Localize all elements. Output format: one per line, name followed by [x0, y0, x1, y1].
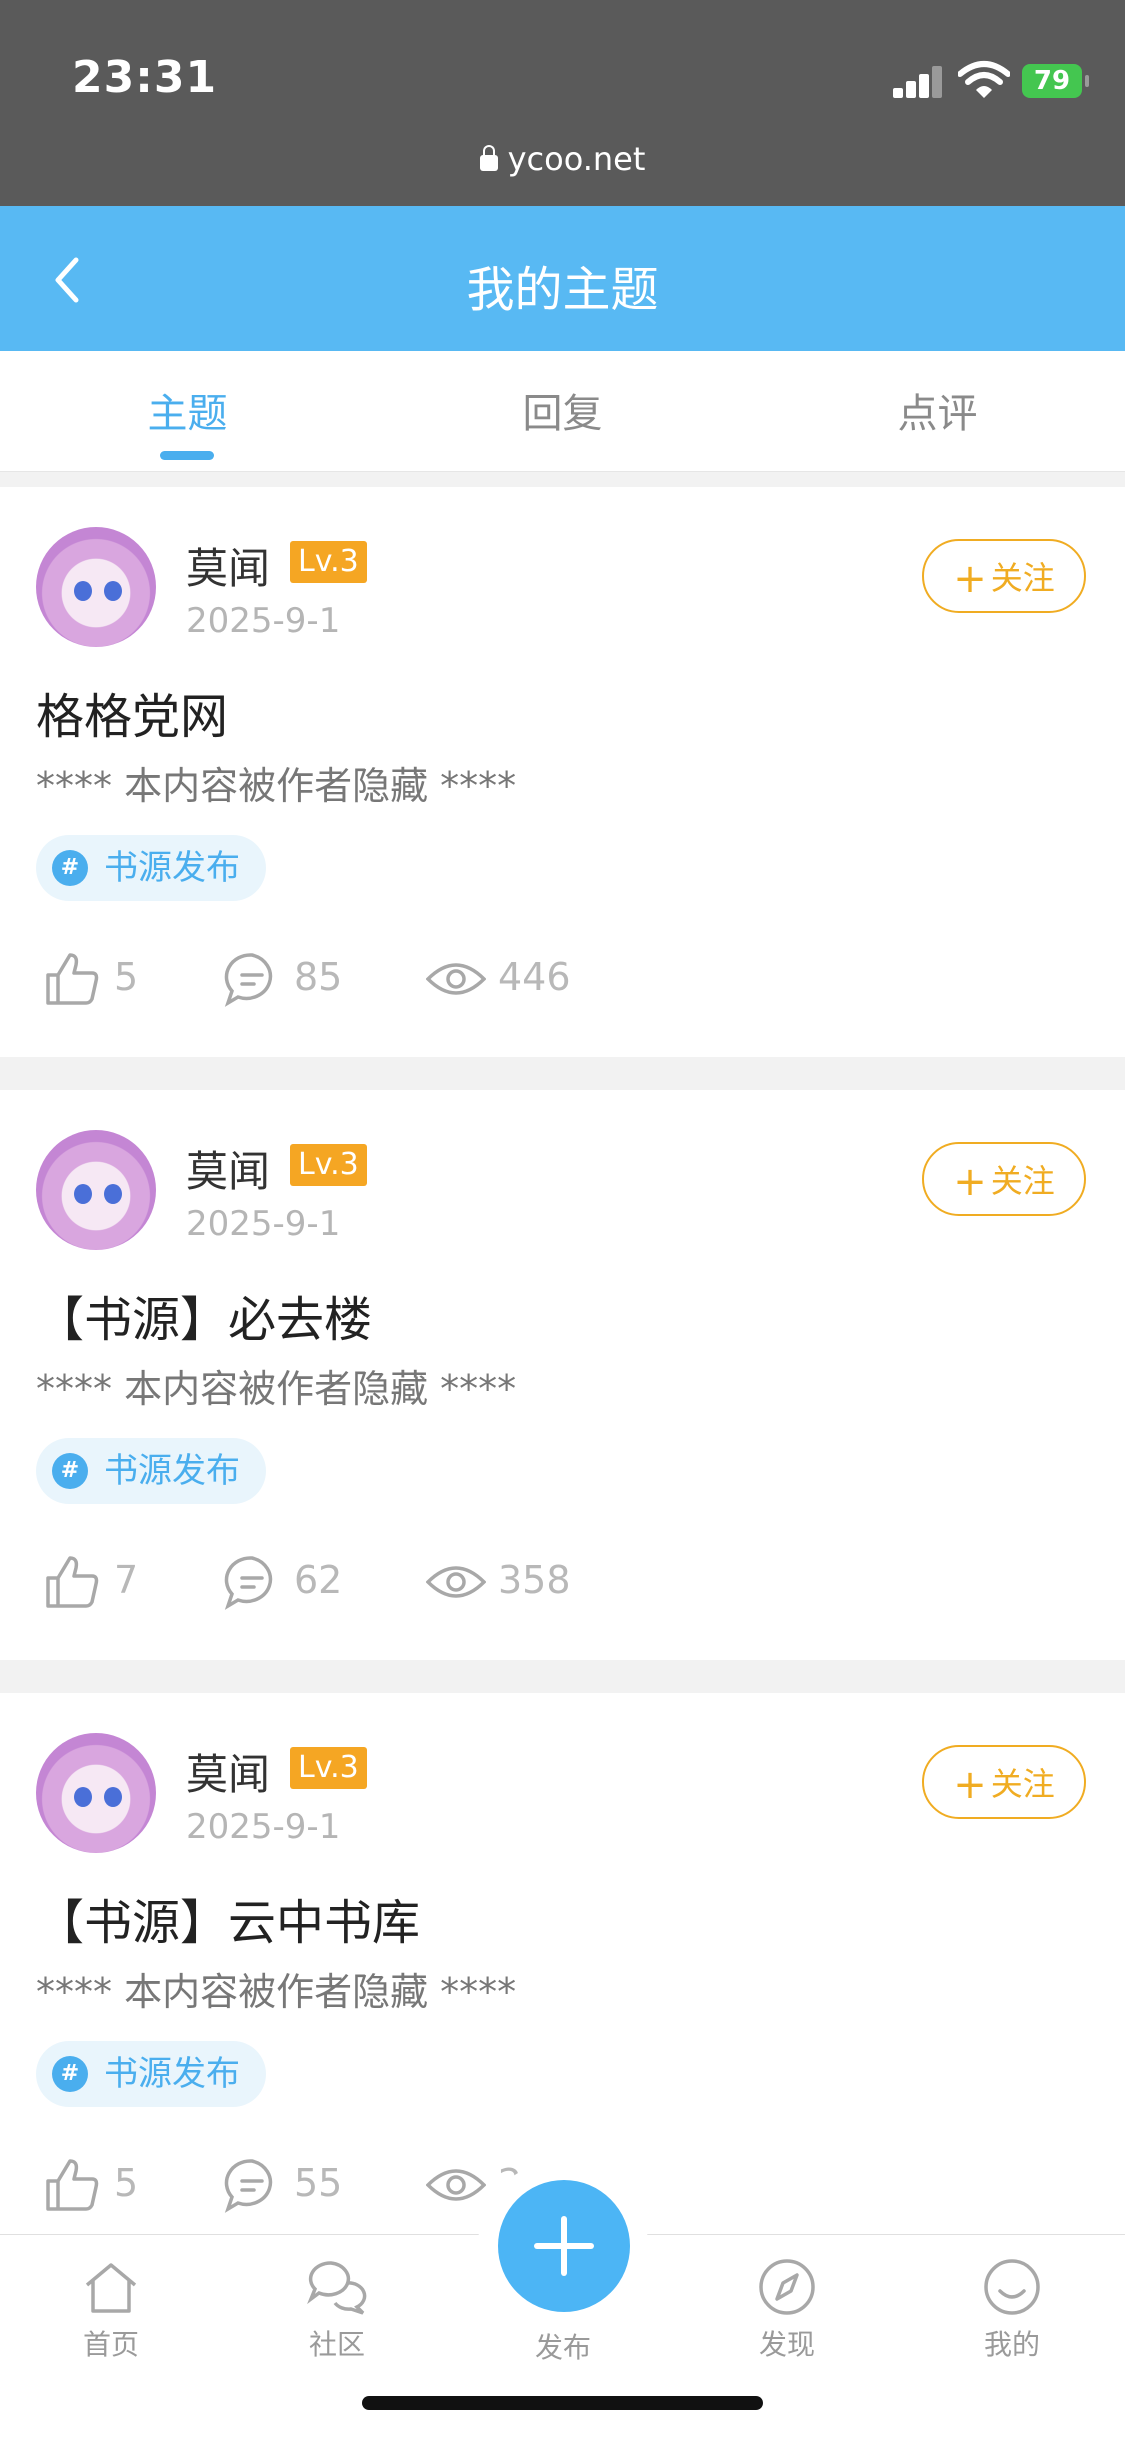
topic-tag[interactable]: # 书源发布: [36, 835, 266, 901]
tab-bar: 主题 回复 点评: [0, 351, 1125, 472]
post-title[interactable]: 格格党网: [36, 677, 228, 747]
tab-topics[interactable]: 主题: [0, 381, 375, 439]
follow-button[interactable]: + 关注: [922, 1142, 1086, 1216]
post-date: 2025-9-1: [186, 1204, 341, 1244]
home-indicator: [362, 2396, 763, 2410]
eye-icon: [426, 963, 486, 995]
nav-discover[interactable]: 发现: [712, 2257, 862, 2363]
nav-home[interactable]: 首页: [36, 2257, 186, 2363]
comment-icon: [224, 1556, 273, 1610]
plus-icon: +: [953, 1159, 987, 1205]
follow-button[interactable]: + 关注: [922, 539, 1086, 613]
tag-label: 书源发布: [104, 2054, 240, 2094]
like-count: 5: [114, 2161, 139, 2205]
avatar[interactable]: [36, 1733, 156, 1853]
hash-icon: #: [52, 850, 88, 886]
battery-icon: 79: [1022, 64, 1089, 98]
post-title[interactable]: 【书源】云中书库: [36, 1883, 420, 1953]
level-badge: Lv.3: [290, 541, 367, 583]
url-text: ycoo.net: [507, 140, 646, 178]
home-icon: [85, 2263, 137, 2313]
post-date: 2025-9-1: [186, 1807, 341, 1847]
eye-icon: [426, 1566, 486, 1598]
thumbs-up-icon: [46, 2159, 99, 2211]
hash-icon: #: [52, 1453, 88, 1489]
nav-publish-label: 发布: [534, 2331, 591, 2364]
post-card[interactable]: 莫闻 Lv.3 2025-9-1 + 关注 格格党网 **** 本内容被作者隐藏 …: [0, 487, 1125, 1057]
page-title: 我的主题: [466, 262, 659, 318]
tab-active-indicator: [160, 451, 214, 460]
plus-icon: +: [953, 1762, 987, 1808]
comment-icon: [224, 2159, 273, 2213]
view-count: 446: [498, 955, 571, 999]
follow-button[interactable]: + 关注: [922, 1745, 1086, 1819]
topic-tag[interactable]: # 书源发布: [36, 1438, 266, 1504]
tab-reviews[interactable]: 点评: [750, 381, 1125, 439]
post-body: **** 本内容被作者隐藏 ****: [36, 1367, 517, 1411]
view-count: 358: [498, 1558, 571, 1602]
comment-count: 55: [294, 2161, 343, 2205]
thumbs-up-icon: [46, 1556, 99, 1608]
level-badge: Lv.3: [290, 1747, 367, 1789]
nav-mine[interactable]: 我的: [937, 2257, 1087, 2363]
publish-plus-button[interactable]: [498, 2180, 630, 2312]
url-bar[interactable]: ycoo.net: [0, 140, 1125, 178]
eye-icon: [426, 2169, 486, 2201]
follow-label: 关注: [990, 1765, 1055, 1803]
follow-label: 关注: [990, 559, 1055, 597]
post-card[interactable]: 莫闻 Lv.3 2025-9-1 + 关注 【书源】必去楼 **** 本内容被作者…: [0, 1090, 1125, 1660]
tag-label: 书源发布: [104, 1451, 240, 1491]
comment-count: 85: [294, 955, 343, 999]
nav-discover-label: 发现: [758, 2328, 815, 2361]
like-count: 5: [114, 955, 139, 999]
follow-label: 关注: [990, 1162, 1055, 1200]
like-count: 7: [114, 1558, 139, 1602]
comment-icon: [224, 953, 273, 1007]
post-title[interactable]: 【书源】必去楼: [36, 1280, 372, 1350]
author-name[interactable]: 莫闻: [186, 1741, 270, 1802]
status-bar: 23:31 79 ycoo.net: [0, 0, 1125, 206]
lock-icon: [479, 145, 498, 171]
tab-replies[interactable]: 回复: [375, 381, 750, 439]
avatar[interactable]: [36, 527, 156, 647]
nav-mine-label: 我的: [983, 2328, 1040, 2361]
hash-icon: #: [52, 2056, 88, 2092]
post-date: 2025-9-1: [186, 601, 341, 641]
status-time: 23:31: [72, 52, 218, 103]
wifi-icon: [958, 61, 1010, 98]
topic-tag[interactable]: # 书源发布: [36, 2041, 266, 2107]
plus-icon: +: [953, 556, 987, 602]
nav-home-label: 首页: [82, 2328, 139, 2361]
comment-count: 62: [294, 1558, 343, 1602]
post-body: **** 本内容被作者隐藏 ****: [36, 764, 517, 808]
chat-bubbles-icon: [307, 2261, 367, 2315]
thumbs-up-icon: [46, 953, 99, 1005]
nav-community-label: 社区: [308, 2328, 365, 2361]
app-header: 我的主题: [0, 206, 1125, 351]
author-name[interactable]: 莫闻: [186, 1138, 270, 1199]
level-badge: Lv.3: [290, 1144, 367, 1186]
cellular-signal-icon: [893, 66, 943, 98]
avatar[interactable]: [36, 1130, 156, 1250]
smiley-icon: [984, 2259, 1040, 2315]
post-body: **** 本内容被作者隐藏 ****: [36, 1970, 517, 2014]
tag-label: 书源发布: [104, 848, 240, 888]
author-name[interactable]: 莫闻: [186, 535, 270, 596]
compass-icon: [759, 2259, 815, 2315]
nav-community[interactable]: 社区: [262, 2257, 412, 2363]
